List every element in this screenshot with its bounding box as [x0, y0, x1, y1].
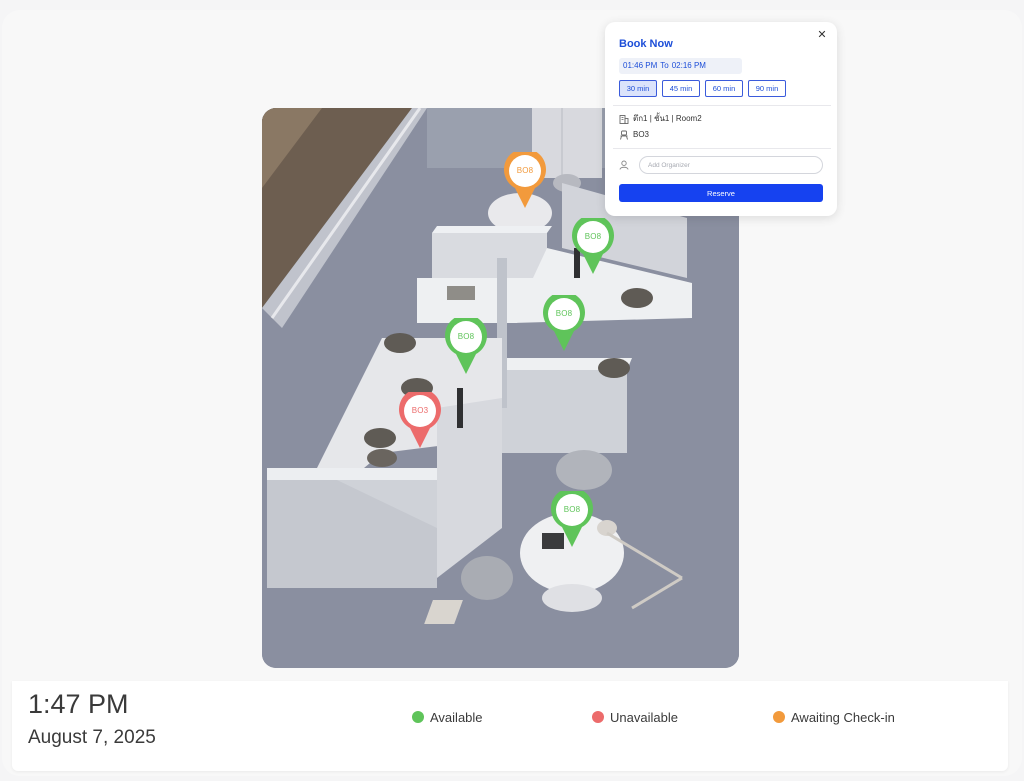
- duration-30-button[interactable]: 30 min: [619, 80, 657, 97]
- awaiting-dot: [773, 711, 785, 723]
- desk-text: BO3: [633, 130, 650, 139]
- legend-label: Available: [430, 710, 483, 725]
- desk-pin[interactable]: BO8: [503, 152, 547, 210]
- building-icon: [619, 114, 629, 124]
- legend-label: Awaiting Check-in: [791, 710, 895, 725]
- booking-popover: ✕ Book Now 01:46 PM To 02:16 PM 30 min 45 …: [605, 22, 837, 216]
- to-label: To: [660, 61, 669, 70]
- location-row: ตึก1 | ชั้น1 | Room2: [619, 113, 702, 125]
- duration-90-button[interactable]: 90 min: [748, 80, 786, 97]
- chair-icon: [620, 130, 628, 140]
- user-icon: [619, 160, 629, 170]
- end-time: 02:16 PM: [671, 61, 706, 70]
- desk-pin[interactable]: BO8: [444, 318, 488, 376]
- desk-row: BO3: [619, 129, 649, 141]
- duration-45-button[interactable]: 45 min: [662, 80, 700, 97]
- current-date: August 7, 2025: [28, 727, 156, 748]
- current-time: 1:47 PM: [28, 689, 129, 719]
- desk-pin[interactable]: BO8: [542, 295, 586, 353]
- close-icon[interactable]: ✕: [815, 28, 829, 42]
- available-dot: [412, 711, 424, 723]
- desk-pin[interactable]: BO8: [571, 218, 615, 276]
- duration-60-button[interactable]: 60 min: [705, 80, 743, 97]
- legend-awaiting: Awaiting Check-in: [773, 710, 895, 726]
- legend-label: Unavailable: [610, 710, 678, 725]
- time-range[interactable]: 01:46 PM To 02:16 PM: [619, 58, 742, 74]
- organizer-input[interactable]: [639, 156, 823, 174]
- start-time: 01:46 PM: [623, 61, 658, 70]
- popover-title: Book Now: [619, 38, 673, 50]
- legend-unavailable: Unavailable: [592, 710, 678, 726]
- status-bar: 1:47 PM August 7, 2025 Available Unavail…: [12, 681, 1008, 771]
- reserve-button[interactable]: Reserve: [619, 184, 823, 202]
- desk-pin[interactable]: BO3: [398, 392, 442, 450]
- divider: [613, 105, 831, 106]
- divider: [613, 148, 831, 149]
- unavailable-dot: [592, 711, 604, 723]
- location-text: ตึก1 | ชั้น1 | Room2: [633, 114, 702, 123]
- legend-available: Available: [412, 710, 483, 726]
- desk-pin[interactable]: BO8: [550, 491, 594, 549]
